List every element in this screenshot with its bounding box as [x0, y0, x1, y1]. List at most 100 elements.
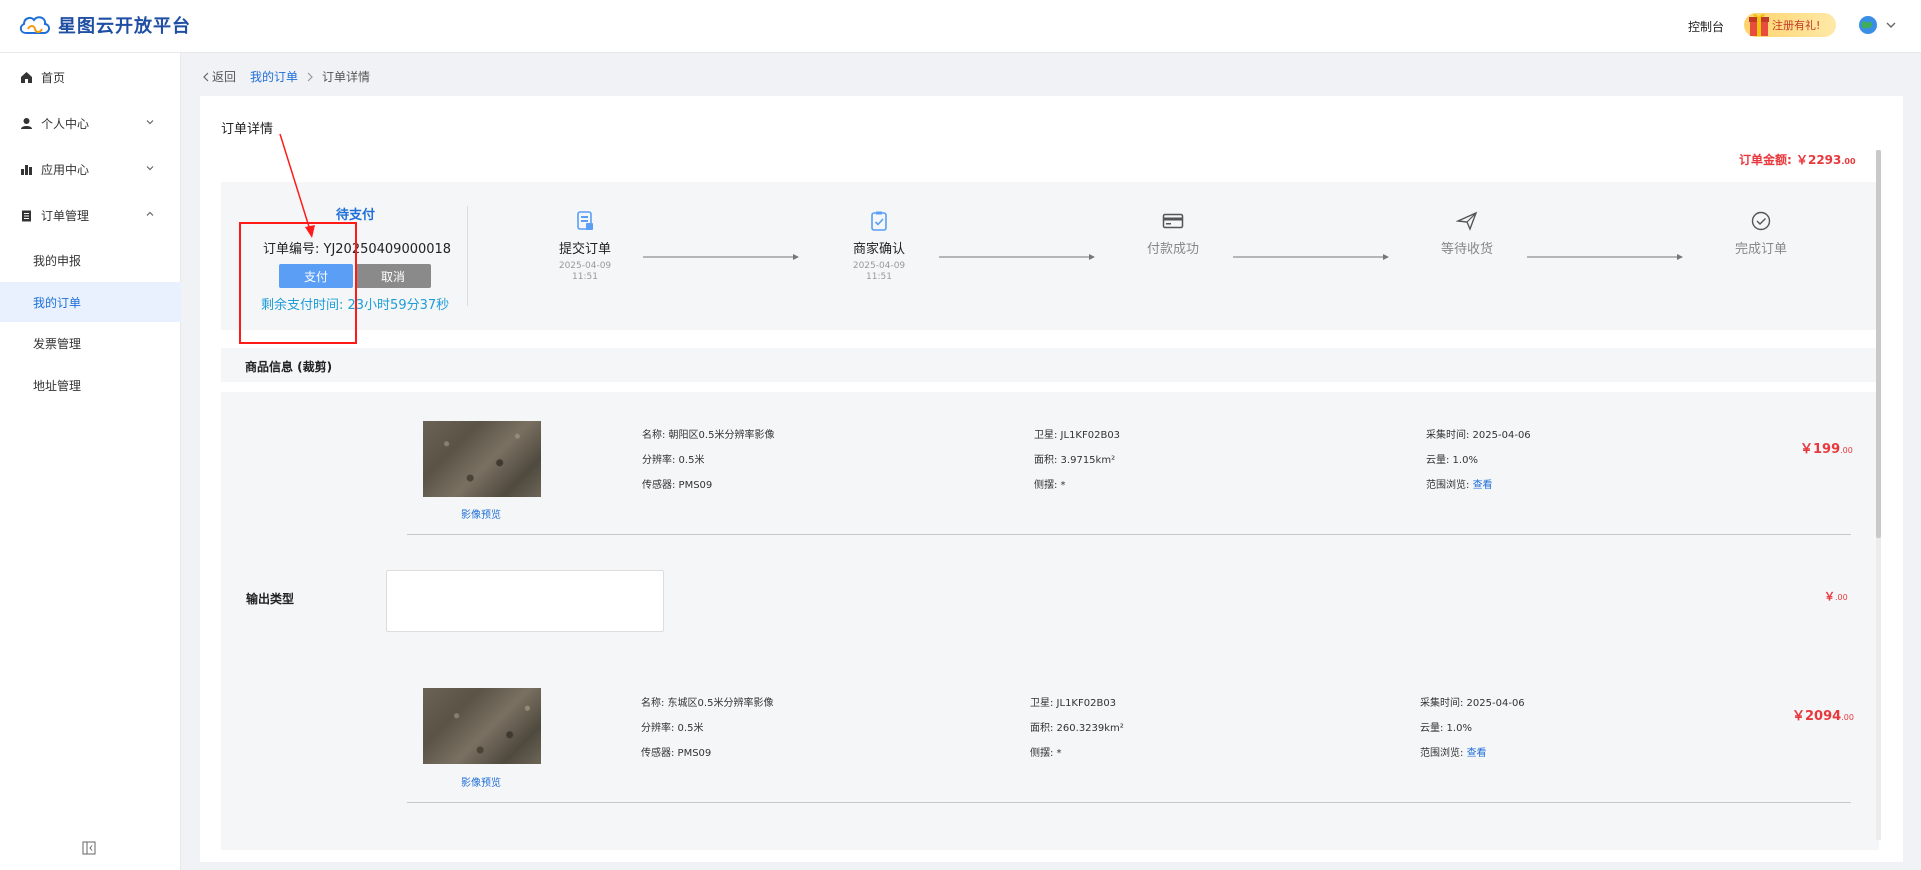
image-preview-link[interactable]: 影像预览	[461, 774, 501, 789]
divider	[407, 802, 1851, 803]
step-name: 付款成功	[1146, 242, 1199, 257]
back-link[interactable]: 返回	[202, 68, 236, 85]
arrow-icon	[1527, 254, 1683, 260]
item-sensor: 传感器: PMS09	[641, 748, 712, 759]
step-name: 商家确认	[852, 242, 905, 257]
sidebar-item-apps[interactable]: 应用中心	[0, 149, 181, 189]
home-icon	[21, 71, 32, 83]
step-date: 2025-04-09	[852, 261, 906, 271]
step-complete-order: 完成订单	[1711, 210, 1811, 257]
item-cloud: 云量: 1.0%	[1420, 723, 1472, 734]
item-cloud: 云量: 1.0%	[1426, 455, 1478, 466]
sidebar-item-label: 订单管理	[41, 208, 90, 223]
output-type-label: 输出类型	[246, 592, 295, 606]
order-status-panel: 待支付 订单编号: YJ20250409000018 支付 取消 剩余支付时间:…	[221, 182, 1879, 330]
item-swing: 侧摆: *	[1034, 480, 1066, 491]
breadcrumb-current: 订单详情	[322, 70, 371, 84]
item-area: 面积: 3.9715km²	[1034, 455, 1116, 466]
item-collect-time: 采集时间: 2025-04-06	[1420, 698, 1525, 709]
register-gift-button[interactable]: 注册有礼!	[1744, 13, 1836, 37]
check-circle-icon	[1751, 211, 1771, 231]
collapse-sidebar-icon[interactable]	[82, 841, 96, 855]
step-merchant-confirm: 商家确认 2025-04-09 11:51	[829, 210, 929, 283]
sidebar-item-orders[interactable]: 订单管理	[0, 195, 181, 235]
bar-chart-icon	[21, 164, 32, 175]
gift-label: 注册有礼!	[1772, 19, 1821, 32]
item-sensor: 传感器: PMS09	[642, 480, 713, 491]
step-payment-success: 付款成功	[1123, 210, 1223, 257]
item-swing: 侧摆: *	[1030, 748, 1062, 759]
item-price-value: ￥2094	[1792, 709, 1842, 724]
breadcrumb-my-orders[interactable]: 我的订单	[250, 68, 298, 85]
image-thumbnail[interactable]	[423, 688, 541, 764]
sidebar-subitem-invoices[interactable]: 发票管理	[0, 323, 181, 363]
output-type-box[interactable]	[386, 570, 664, 632]
chevron-down-icon	[146, 166, 154, 171]
annotation-highlight-box	[239, 222, 357, 344]
chevron-right-icon	[307, 72, 313, 81]
platform-logo[interactable]: 星图云开放平台	[18, 12, 191, 38]
credit-card-icon	[1162, 213, 1184, 229]
item-satellite: 卫星: JL1KF02B03	[1030, 698, 1117, 709]
range-label: 范围浏览:	[1420, 748, 1464, 759]
top-header: 星图云开放平台 控制台 注册有礼!	[0, 0, 1921, 53]
goods-list: 影像预览 名称: 朝阳区0.5米分辨率影像 分辨率: 0.5米 传感器: PMS…	[221, 392, 1879, 850]
order-amount: 订单金额: ￥2293.00	[1739, 151, 1856, 168]
console-link[interactable]: 控制台	[1688, 18, 1724, 35]
cancel-button[interactable]: 取消	[355, 264, 431, 288]
sidebar-subitem-my-declarations[interactable]: 我的申报	[0, 240, 181, 280]
sidebar-item-home[interactable]: 首页	[0, 57, 181, 97]
step-time: 11:51	[572, 272, 598, 282]
sidebar: 首页 个人中心 应用中心 订单管理 我的申报 我的订单 发票管理 地址管理	[0, 53, 181, 870]
item-resolution: 分辨率: 0.5米	[641, 723, 704, 734]
item-price-value: ￥199	[1800, 442, 1841, 457]
user-icon	[21, 117, 32, 129]
arrow-icon	[1233, 254, 1389, 260]
step-name: 提交订单	[558, 242, 611, 257]
item-area: 面积: 260.3239km²	[1030, 723, 1124, 734]
step-time: 11:51	[866, 272, 892, 282]
gift-icon	[1749, 13, 1769, 36]
step-submit-order: 提交订单 2025-04-09 11:51	[535, 210, 635, 283]
view-range-link[interactable]: 查看	[1467, 748, 1487, 759]
sidebar-item-label: 应用中心	[41, 162, 90, 177]
order-amount-value: 订单金额: ￥2293	[1739, 153, 1842, 167]
status-badge: 待支付	[336, 208, 376, 223]
logo-text: 星图云开放平台	[58, 16, 191, 37]
image-thumbnail[interactable]	[423, 421, 541, 497]
item-range: 范围浏览: 查看	[1420, 744, 1487, 759]
arrow-icon	[939, 254, 1095, 260]
view-range-link[interactable]: 查看	[1473, 480, 1493, 491]
sidebar-item-label: 首页	[41, 70, 66, 85]
item-collect-time: 采集时间: 2025-04-06	[1426, 430, 1531, 441]
step-date: 2025-04-09	[558, 261, 612, 271]
clipboard-check-icon	[871, 211, 887, 231]
item-name: 名称: 东城区0.5米分辨率影像	[641, 698, 774, 709]
output-price: ￥.00	[1824, 588, 1848, 604]
scrollbar-thumb[interactable]	[1876, 150, 1881, 538]
back-label: 返回	[212, 70, 237, 84]
goods-info-header: 商品信息 (裁剪)	[221, 348, 1879, 382]
order-amount-decimal: .00	[1841, 157, 1856, 166]
sidebar-item-label: 个人中心	[41, 116, 90, 131]
chevron-up-icon	[146, 211, 154, 216]
range-label: 范围浏览:	[1426, 480, 1470, 491]
chevron-down-icon[interactable]	[1884, 18, 1898, 32]
breadcrumb: 返回 我的订单 订单详情	[202, 68, 370, 85]
step-awaiting-delivery: 等待收货	[1417, 210, 1517, 257]
divider	[407, 534, 1851, 535]
goods-info-title: 商品信息 (裁剪)	[245, 360, 333, 374]
sidebar-item-personal[interactable]: 个人中心	[0, 103, 181, 143]
item-price-decimal: .00	[1841, 713, 1854, 722]
chevron-down-icon	[146, 120, 154, 125]
step-name: 等待收货	[1440, 242, 1493, 257]
chevron-left-icon	[203, 72, 209, 81]
sidebar-subitem-my-orders[interactable]: 我的订单	[0, 282, 181, 322]
divider	[467, 206, 468, 306]
item-price-decimal: .00	[1840, 446, 1853, 455]
globe-avatar-icon[interactable]	[1858, 15, 1878, 35]
sidebar-subitem-addresses[interactable]: 地址管理	[0, 365, 181, 405]
item-satellite: 卫星: JL1KF02B03	[1034, 430, 1121, 441]
page-title: 订单详情	[221, 122, 274, 137]
image-preview-link[interactable]: 影像预览	[461, 506, 501, 521]
